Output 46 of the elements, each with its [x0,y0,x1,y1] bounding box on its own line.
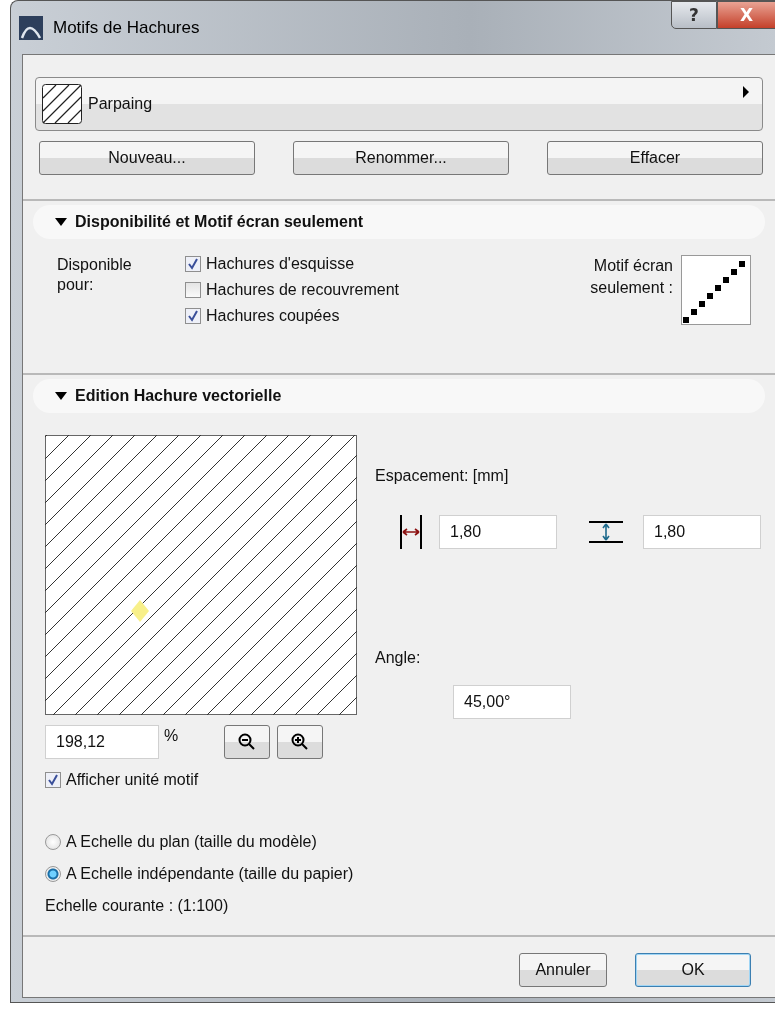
hatch-swatch-icon [42,84,82,124]
pattern-action-button[interactable]: Renommer... [293,141,509,175]
radio-button[interactable] [45,866,61,882]
zoom-in-icon [290,732,310,752]
checkbox[interactable] [185,282,201,298]
disclosure-triangle-icon [55,391,67,401]
section-title: Edition Hachure vectorielle [75,387,282,405]
percent-label: % [164,727,180,745]
checkbox[interactable] [45,772,61,788]
section-header[interactable]: Edition Hachure vectorielle [33,379,765,413]
pattern-action-button[interactable]: Effacer [547,141,763,175]
vertical-spacing-icon [589,520,623,544]
screen-pattern-label: Motif écran seulement : [589,256,673,298]
radio-button[interactable] [45,834,61,850]
radio-label: A Echelle du plan (taille du modèle) [66,833,317,851]
help-button[interactable]: ? [671,1,717,29]
horizontal-spacing-field[interactable]: 1,80 [439,515,557,549]
section-title: Disponibilité et Motif écran seulement [75,213,364,231]
current-scale-text: Echelle courante : (1:100) [45,897,230,915]
horizontal-spacing-icon [399,515,423,549]
checkbox-label: Hachures d'esquisse [206,255,355,273]
checkbox-label: Hachures coupées [206,307,340,325]
expand-arrow-icon [742,86,750,98]
pattern-selector[interactable]: Parpaing [35,77,763,131]
screen-pattern-swatch[interactable] [681,255,751,325]
zoom-field[interactable]: 198,12 [45,725,159,759]
checkbox-label: Afficher unité motif [66,771,199,789]
angle-field[interactable]: 45,00° [453,685,571,719]
radio-label: A Echelle indépendante (taille du papier) [66,865,354,883]
spacing-label: Espacement: [mm] [375,467,509,485]
zoom-out-icon [237,732,257,752]
zoom-in-button[interactable] [277,725,323,759]
vertical-spacing-field[interactable]: 1,80 [643,515,761,549]
disclosure-triangle-icon [55,217,67,227]
checkbox[interactable] [185,256,201,272]
section-header[interactable]: Disponibilité et Motif écran seulement [33,205,765,239]
window-title: Motifs de Hachures [53,17,200,38]
checkbox-label: Hachures de recouvrement [206,281,399,299]
angle-label: Angle: [375,649,421,667]
dialog-button[interactable]: Annuler [519,953,607,987]
checkbox[interactable] [185,308,201,324]
zoom-out-button[interactable] [224,725,270,759]
pattern-action-button[interactable]: Nouveau... [39,141,255,175]
dialog-button[interactable]: OK [635,953,751,987]
app-icon [19,15,43,40]
availability-label: Disponible pour: [57,255,133,295]
